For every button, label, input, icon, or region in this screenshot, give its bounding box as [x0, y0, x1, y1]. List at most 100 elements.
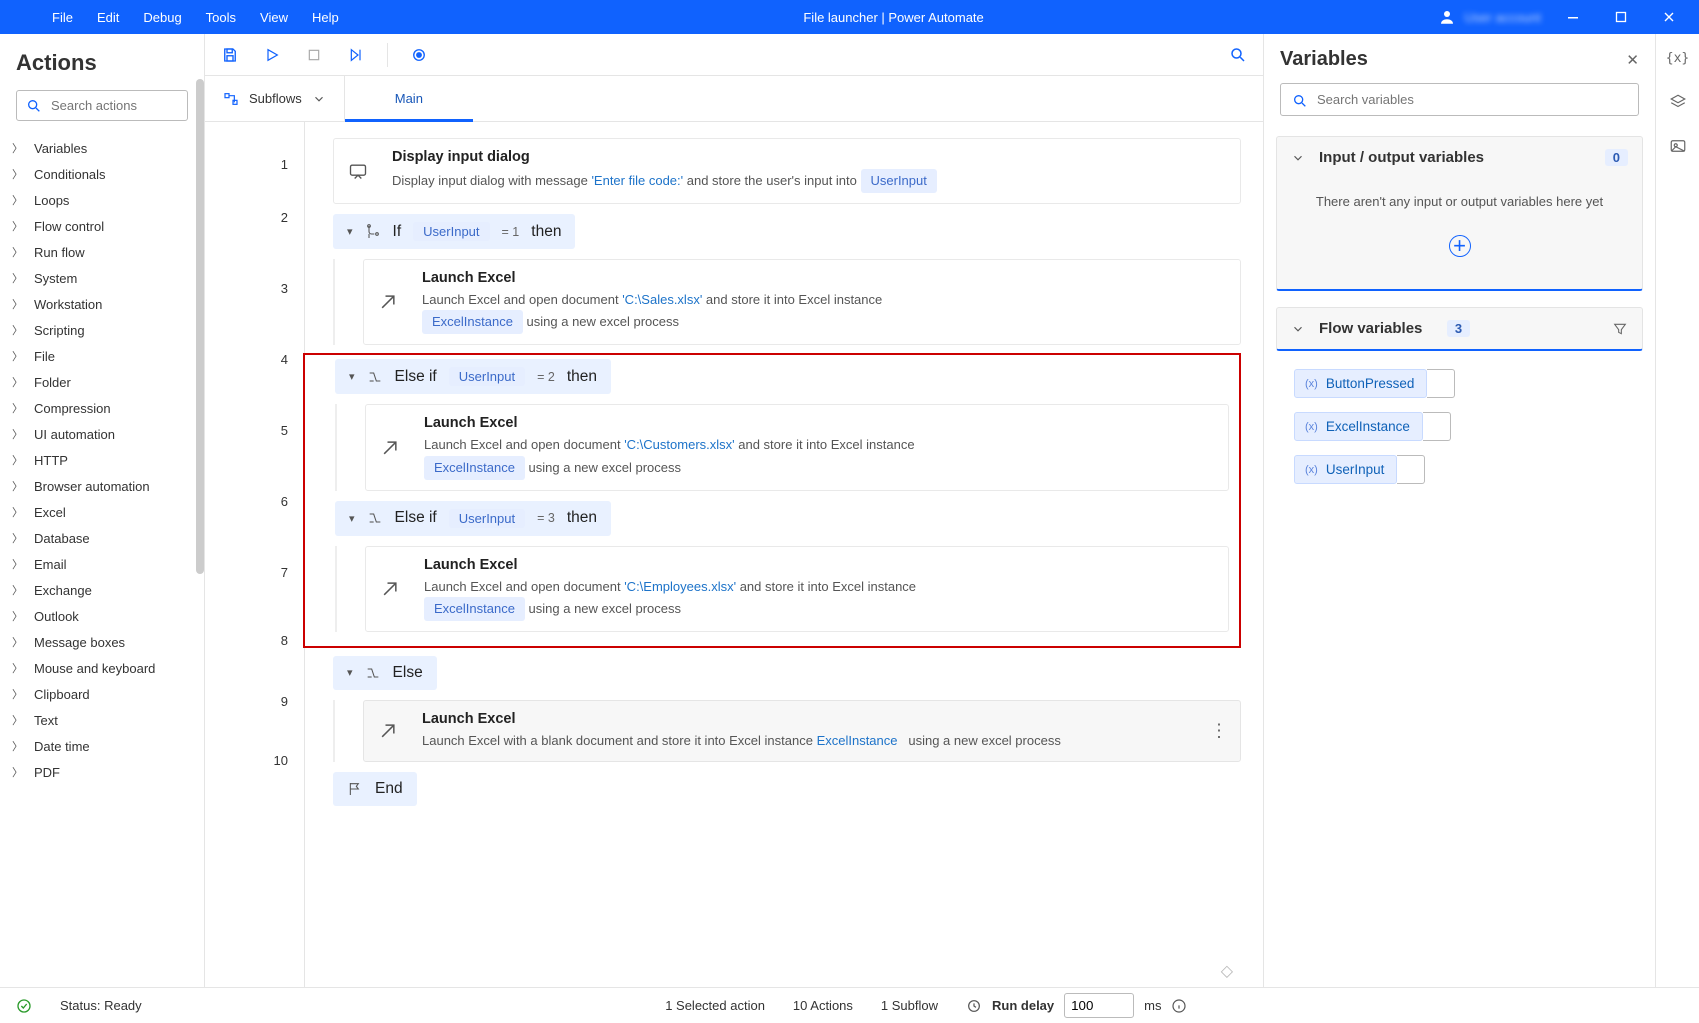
minimize-button[interactable] — [1549, 0, 1597, 34]
if-block-header[interactable]: ▾ If UserInput = 1 then — [333, 214, 575, 249]
subflows-dropdown[interactable]: Subflows — [205, 76, 345, 121]
branch-icon — [365, 665, 381, 681]
record-button[interactable] — [406, 42, 432, 68]
action-group-folder[interactable]: 〉Folder — [0, 369, 204, 395]
tab-main[interactable]: Main — [345, 76, 473, 121]
keyword-end: End — [375, 780, 403, 798]
chevron-right-icon: 〉 — [12, 660, 26, 676]
action-launch-excel-customers[interactable]: Launch Excel Launch Excel and open docum… — [365, 404, 1229, 490]
close-button[interactable] — [1645, 0, 1693, 34]
variable-type-icon: (x) — [1305, 464, 1318, 476]
action-group-label: Variables — [34, 141, 87, 156]
elseif-block-header[interactable]: ▾ Else if UserInput = 2 then — [335, 359, 611, 394]
action-group-file[interactable]: 〉File — [0, 343, 204, 369]
variable-chip: UserInput — [861, 169, 937, 193]
save-button[interactable] — [217, 42, 243, 68]
action-group-message-boxes[interactable]: 〉Message boxes — [0, 629, 204, 655]
condition-value: = 1 — [502, 225, 520, 239]
flow-variable-row[interactable]: (x)ExcelInstance — [1294, 412, 1625, 441]
action-group-variables[interactable]: 〉 Variables — [0, 135, 204, 161]
action-group-outlook[interactable]: 〉Outlook — [0, 603, 204, 629]
chevron-right-icon: 〉 — [12, 426, 26, 442]
chevron-down-icon — [1291, 151, 1305, 165]
variables-rail-button[interactable]: {x} — [1666, 46, 1690, 70]
action-group-label: HTTP — [34, 453, 68, 468]
action-group-ui-automation[interactable]: 〉UI automation — [0, 421, 204, 447]
keyword-then: then — [567, 509, 597, 527]
action-group-database[interactable]: 〉Database — [0, 525, 204, 551]
io-variables-header[interactable]: Input / output variables 0 — [1277, 137, 1642, 178]
action-display-input-dialog[interactable]: Display input dialog Display input dialo… — [333, 138, 1241, 204]
line-number: 1 — [205, 138, 304, 190]
action-group-exchange[interactable]: 〉Exchange — [0, 577, 204, 603]
flow-variables-header[interactable]: Flow variables 3 — [1277, 308, 1642, 349]
variables-search-input[interactable] — [1280, 83, 1639, 116]
dialog-icon — [348, 161, 368, 181]
action-group-loops[interactable]: 〉Loops — [0, 187, 204, 213]
run-button[interactable] — [259, 42, 285, 68]
action-group-scripting[interactable]: 〉Scripting — [0, 317, 204, 343]
action-group-pdf[interactable]: 〉PDF — [0, 759, 204, 785]
maximize-button[interactable] — [1597, 0, 1645, 34]
step-button[interactable] — [343, 42, 369, 68]
action-launch-excel-sales[interactable]: Launch Excel Launch Excel and open docum… — [363, 259, 1241, 345]
action-group-run-flow[interactable]: 〉Run flow — [0, 239, 204, 265]
info-icon[interactable] — [1171, 998, 1187, 1014]
eraser-icon[interactable]: ◇ — [1221, 961, 1233, 981]
menu-edit[interactable]: Edit — [85, 4, 131, 31]
status-ok-icon — [16, 998, 32, 1014]
keyword-then: then — [531, 223, 561, 241]
close-variables-button[interactable]: ✕ — [1626, 51, 1639, 69]
search-flow-button[interactable] — [1225, 42, 1251, 68]
image-rail-button[interactable] — [1666, 134, 1690, 158]
action-launch-excel-employees[interactable]: Launch Excel Launch Excel and open docum… — [365, 546, 1229, 632]
menu-debug[interactable]: Debug — [131, 4, 193, 31]
menu-view[interactable]: View — [248, 4, 300, 31]
line-number: 6 — [205, 474, 304, 528]
action-group-label: Scripting — [34, 323, 85, 338]
run-delay-input[interactable] — [1064, 993, 1134, 1018]
menu-file[interactable]: File — [40, 4, 85, 31]
menu-help[interactable]: Help — [300, 4, 351, 31]
chevron-right-icon: 〉 — [12, 556, 26, 572]
action-group-text[interactable]: 〉Text — [0, 707, 204, 733]
flow-variables-count: 3 — [1447, 320, 1470, 337]
add-io-variable-button[interactable]: + — [1449, 235, 1471, 257]
action-group-browser-automation[interactable]: 〉Browser automation — [0, 473, 204, 499]
stop-button[interactable] — [301, 42, 327, 68]
action-group-label: Folder — [34, 375, 71, 390]
scrollbar[interactable] — [196, 79, 204, 574]
action-launch-excel-blank[interactable]: Launch Excel Launch Excel with a blank d… — [363, 700, 1241, 762]
action-group-email[interactable]: 〉Email — [0, 551, 204, 577]
action-group-excel[interactable]: 〉Excel — [0, 499, 204, 525]
variable-chip: UserInput — [449, 367, 525, 386]
action-group-workstation[interactable]: 〉Workstation — [0, 291, 204, 317]
branch-icon — [367, 510, 383, 526]
flow-variables-section: Flow variables 3 — [1276, 307, 1643, 351]
action-group-conditionals[interactable]: 〉Conditionals — [0, 161, 204, 187]
flow-variable-name: ButtonPressed — [1326, 376, 1415, 391]
flow-variable-row[interactable]: (x)ButtonPressed — [1294, 369, 1625, 398]
status-bar: Status: Ready 1 Selected action 10 Actio… — [0, 987, 1699, 1023]
action-group-label: Flow control — [34, 219, 104, 234]
action-group-clipboard[interactable]: 〉Clipboard — [0, 681, 204, 707]
menu-tools[interactable]: Tools — [194, 4, 248, 31]
else-block-header[interactable]: ▾ Else — [333, 656, 437, 690]
action-group-system[interactable]: 〉System — [0, 265, 204, 291]
action-group-flow-control[interactable]: 〉Flow control — [0, 213, 204, 239]
end-block[interactable]: End — [333, 772, 417, 806]
title-bar: FileEditDebugToolsViewHelp File launcher… — [0, 0, 1699, 34]
variable-chip: UserInput — [449, 509, 525, 528]
more-options-button[interactable]: ⋮ — [1210, 721, 1228, 742]
action-group-http[interactable]: 〉HTTP — [0, 447, 204, 473]
chevron-down-icon: ▾ — [349, 370, 355, 383]
flow-variable-row[interactable]: (x)UserInput — [1294, 455, 1625, 484]
chevron-right-icon: 〉 — [12, 140, 26, 156]
elseif-block-header[interactable]: ▾ Else if UserInput = 3 then — [335, 501, 611, 536]
filter-icon[interactable] — [1612, 321, 1628, 337]
layers-rail-button[interactable] — [1666, 90, 1690, 114]
action-group-mouse-and-keyboard[interactable]: 〉Mouse and keyboard — [0, 655, 204, 681]
io-empty-text: There aren't any input or output variabl… — [1297, 194, 1622, 209]
action-group-date-time[interactable]: 〉Date time — [0, 733, 204, 759]
action-group-compression[interactable]: 〉Compression — [0, 395, 204, 421]
